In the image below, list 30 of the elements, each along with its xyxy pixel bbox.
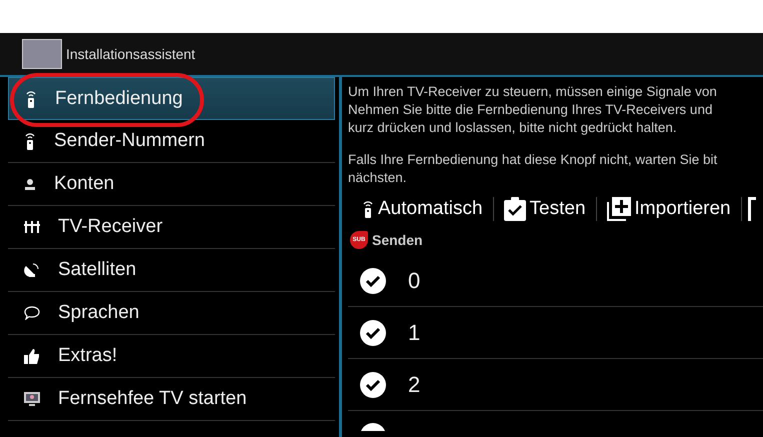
thumbs-up-icon: [24, 348, 40, 364]
key-row[interactable]: 2: [348, 359, 763, 411]
instruction-text: Um Ihren TV-Receiver zu steuern, müssen einige Signale von: [348, 83, 718, 101]
remote-icon: [25, 90, 37, 108]
tv-icon: [24, 392, 40, 406]
note-text: nächsten.: [348, 169, 408, 187]
remote-icon: [362, 200, 374, 218]
window-title: Installationsassistent: [66, 46, 196, 62]
section-title: Senden: [372, 232, 423, 248]
partial-toolbar-icon[interactable]: [748, 197, 756, 221]
toolbar-button[interactable]: Importieren: [602, 197, 735, 221]
add-copy-icon: [606, 197, 631, 221]
note-text: Falls Ihre Fernbedienung hat diese Knopf nicht, warten Sie bit: [348, 151, 718, 169]
instruction-text: kurz drücken und loslassen, bitte nicht gedrückt halten.: [348, 119, 678, 137]
key-label: 0: [408, 268, 420, 294]
clipboard-check-icon: [504, 197, 526, 221]
app-logo-icon: [22, 39, 62, 69]
sliders-icon: [24, 221, 40, 233]
toolbar-button[interactable]: Testen: [500, 197, 590, 221]
key-label: 1: [408, 320, 420, 346]
key-row[interactable]: 0: [348, 255, 763, 307]
instruction-text: Nehmen Sie bitte die Fernbedienung Ihres TV-Receivers und: [348, 101, 714, 119]
satellite-dish-icon: [24, 262, 40, 278]
key-row[interactable]: 1: [348, 307, 763, 359]
key-label: 2: [408, 372, 420, 398]
speech-bubble-icon: [24, 306, 40, 320]
toolbar-button[interactable]: Automatisch: [358, 198, 487, 220]
remote-icon: [24, 132, 36, 150]
sidebar-item[interactable]: Fernbedienung: [8, 77, 335, 120]
person-icon: [24, 178, 36, 190]
